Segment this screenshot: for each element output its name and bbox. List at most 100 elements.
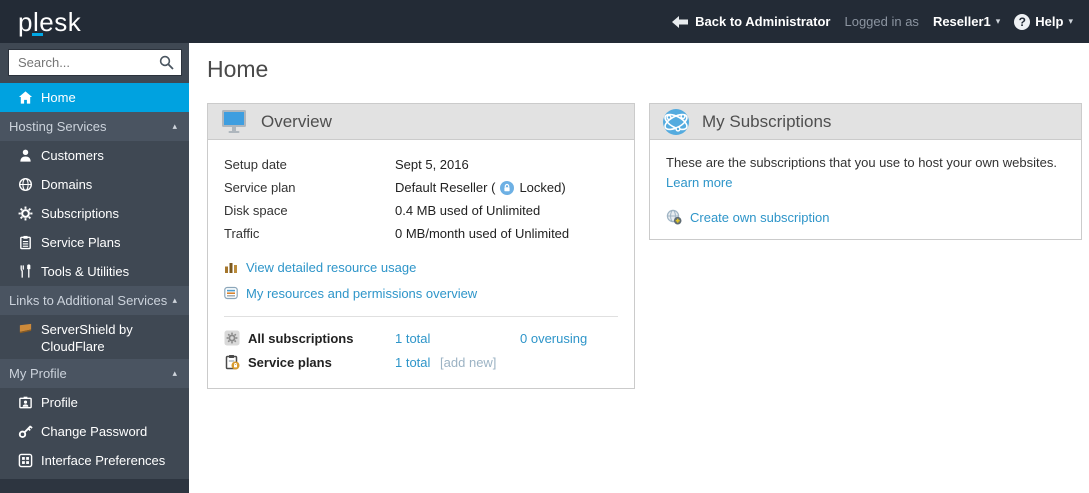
resources-list-icon <box>224 286 238 300</box>
logged-in-as-label: Logged in as <box>844 14 919 29</box>
add-new-plan-link[interactable]: [add new] <box>440 355 496 370</box>
overview-panel-header: Overview <box>208 104 634 140</box>
disk-space-value: 0.4 MB used of Unlimited <box>395 203 541 218</box>
tools-icon <box>17 264 33 280</box>
resource-usage-link-row: View detailed resource usage <box>224 254 618 280</box>
monitor-icon <box>222 110 246 133</box>
disk-space-label: Disk space <box>224 203 288 218</box>
search-container <box>0 43 189 83</box>
bar-chart-icon <box>225 263 237 273</box>
sidebar-item-label: Tools & Utilities <box>41 264 130 279</box>
sidebar-item-tools-utilities[interactable]: Tools & Utilities <box>0 257 189 286</box>
chevron-down-icon: ▾ <box>995 16 1001 26</box>
all-subscriptions-total-link[interactable]: 1 total <box>395 331 520 346</box>
my-subscriptions-header: My Subscriptions <box>650 104 1081 140</box>
sidebar-item-label: Change Password <box>41 424 148 439</box>
sidebar-group-my-profile[interactable]: My Profile ▴ <box>0 359 189 388</box>
sidebar-item-label: ServerShield by CloudFlare <box>41 322 133 354</box>
service-plan-locked-label: Locked) <box>519 180 566 195</box>
permissions-overview-link-row: My resources and permissions overview <box>224 280 618 306</box>
service-plan-row: Service plan Default Reseller ( Locked) <box>224 176 618 199</box>
search-input[interactable] <box>8 49 182 76</box>
home-icon <box>17 90 33 106</box>
help-menu[interactable]: ? Help ▾ <box>1014 13 1073 30</box>
all-subscriptions-row: All subscriptions 1 total 0 overusing <box>224 326 618 350</box>
network-globe-icon <box>663 108 689 135</box>
back-to-administrator-link[interactable]: Back to Administrator <box>672 14 830 29</box>
search-icon[interactable] <box>159 55 174 70</box>
sidebar-item-label: Domains <box>41 177 93 192</box>
plesk-logo[interactable]: plesk <box>18 6 82 37</box>
sidebar-item-servershield[interactable]: ServerShield by CloudFlare <box>0 315 189 359</box>
username: Reseller1 <box>932 14 991 29</box>
sidebar-item-home[interactable]: Home <box>0 83 189 112</box>
lock-icon <box>500 180 515 195</box>
resources-permissions-link[interactable]: My resources and permissions overview <box>246 286 477 301</box>
plesk-logo-underline <box>32 32 43 36</box>
group-label: Links to Additional Services <box>9 293 168 308</box>
my-subscriptions-panel: My Subscriptions These are the subscript… <box>649 103 1082 240</box>
servershield-icon <box>17 321 33 337</box>
main-content: Home Overview Setup date Sept 5, 2016 Se… <box>189 43 1089 493</box>
service-plans-icon <box>17 235 33 251</box>
description-text: These are the subscriptions that you use… <box>666 155 1057 170</box>
sidebar-item-change-password[interactable]: Change Password <box>0 417 189 446</box>
globe-icon <box>17 177 33 193</box>
chevron-down-icon: ▾ <box>1068 16 1073 26</box>
chevron-up-icon: ▴ <box>172 368 177 378</box>
sidebar-item-label: Subscriptions <box>41 206 120 221</box>
setup-date-label: Setup date <box>224 157 287 172</box>
overview-panel-body: Setup date Sept 5, 2016 Service plan Def… <box>208 140 634 388</box>
plesk-logo-text: plesk <box>18 6 82 37</box>
sidebar: Home Hosting Services ▴ Customers Domain… <box>0 43 189 493</box>
customers-icon <box>17 148 33 164</box>
setup-date-value: Sept 5, 2016 <box>395 157 469 172</box>
sidebar-item-label: Home <box>41 90 76 105</box>
sidebar-item-subscriptions[interactable]: Subscriptions <box>0 199 189 228</box>
my-subscriptions-title: My Subscriptions <box>702 111 832 131</box>
view-resource-usage-link[interactable]: View detailed resource usage <box>246 260 416 275</box>
service-plans-label: Service plans <box>248 354 332 370</box>
service-plan-value: Default Reseller ( Locked) <box>395 176 618 199</box>
group-label: My Profile <box>9 366 67 381</box>
sidebar-item-label: Customers <box>41 148 104 163</box>
back-arrow-icon <box>672 15 689 28</box>
service-plan-label: Service plan <box>224 180 296 195</box>
sidebar-item-service-plans[interactable]: Service Plans <box>0 228 189 257</box>
service-plans-total-link[interactable]: 1 total <box>395 355 430 370</box>
sidebar-item-domains[interactable]: Domains <box>0 170 189 199</box>
chevron-up-icon: ▴ <box>172 295 177 305</box>
sidebar-group-additional-services[interactable]: Links to Additional Services ▴ <box>0 286 189 315</box>
help-label: Help <box>1035 14 1064 29</box>
gear-icon <box>17 206 33 222</box>
user-menu[interactable]: Reseller1 ▾ <box>933 14 1000 29</box>
sidebar-item-interface-preferences[interactable]: Interface Preferences <box>0 446 189 475</box>
traffic-label: Traffic <box>224 226 260 241</box>
sidebar-footer <box>0 479 189 493</box>
service-plans-row: Service plans 1 total [add new] <box>224 350 618 374</box>
profile-badge-icon <box>17 395 33 411</box>
sidebar-item-profile[interactable]: Profile <box>0 388 189 417</box>
learn-more-link[interactable]: Learn more <box>666 175 732 190</box>
topbar: plesk Back to Administrator Logged in as… <box>0 0 1089 43</box>
sidebar-item-customers[interactable]: Customers <box>0 141 189 170</box>
sidebar-group-hosting-services[interactable]: Hosting Services ▴ <box>0 112 189 141</box>
subscriptions-description: These are the subscriptions that you use… <box>666 153 1065 192</box>
overusing-link[interactable]: 0 overusing <box>520 331 618 346</box>
all-subscriptions-label: All subscriptions <box>248 330 354 346</box>
my-subscriptions-body: These are the subscriptions that you use… <box>650 140 1081 239</box>
grid-icon <box>17 453 33 469</box>
traffic-row: Traffic 0 MB/month used of Unlimited <box>224 222 618 245</box>
create-subscription-icon <box>666 209 682 225</box>
help-icon: ? <box>1014 13 1031 30</box>
traffic-value: 0 MB/month used of Unlimited <box>395 226 570 241</box>
divider <box>224 316 618 317</box>
sidebar-item-label: Profile <box>41 395 78 410</box>
create-own-subscription-link[interactable]: Create own subscription <box>690 210 829 225</box>
setup-date-row: Setup date Sept 5, 2016 <box>224 153 618 176</box>
overview-panel: Overview Setup date Sept 5, 2016 Service… <box>207 103 635 389</box>
page-title: Home <box>207 56 269 82</box>
disk-space-row: Disk space 0.4 MB used of Unlimited <box>224 199 618 222</box>
sidebar-item-label: Interface Preferences <box>41 453 166 468</box>
sidebar-item-label: Service Plans <box>41 235 121 250</box>
